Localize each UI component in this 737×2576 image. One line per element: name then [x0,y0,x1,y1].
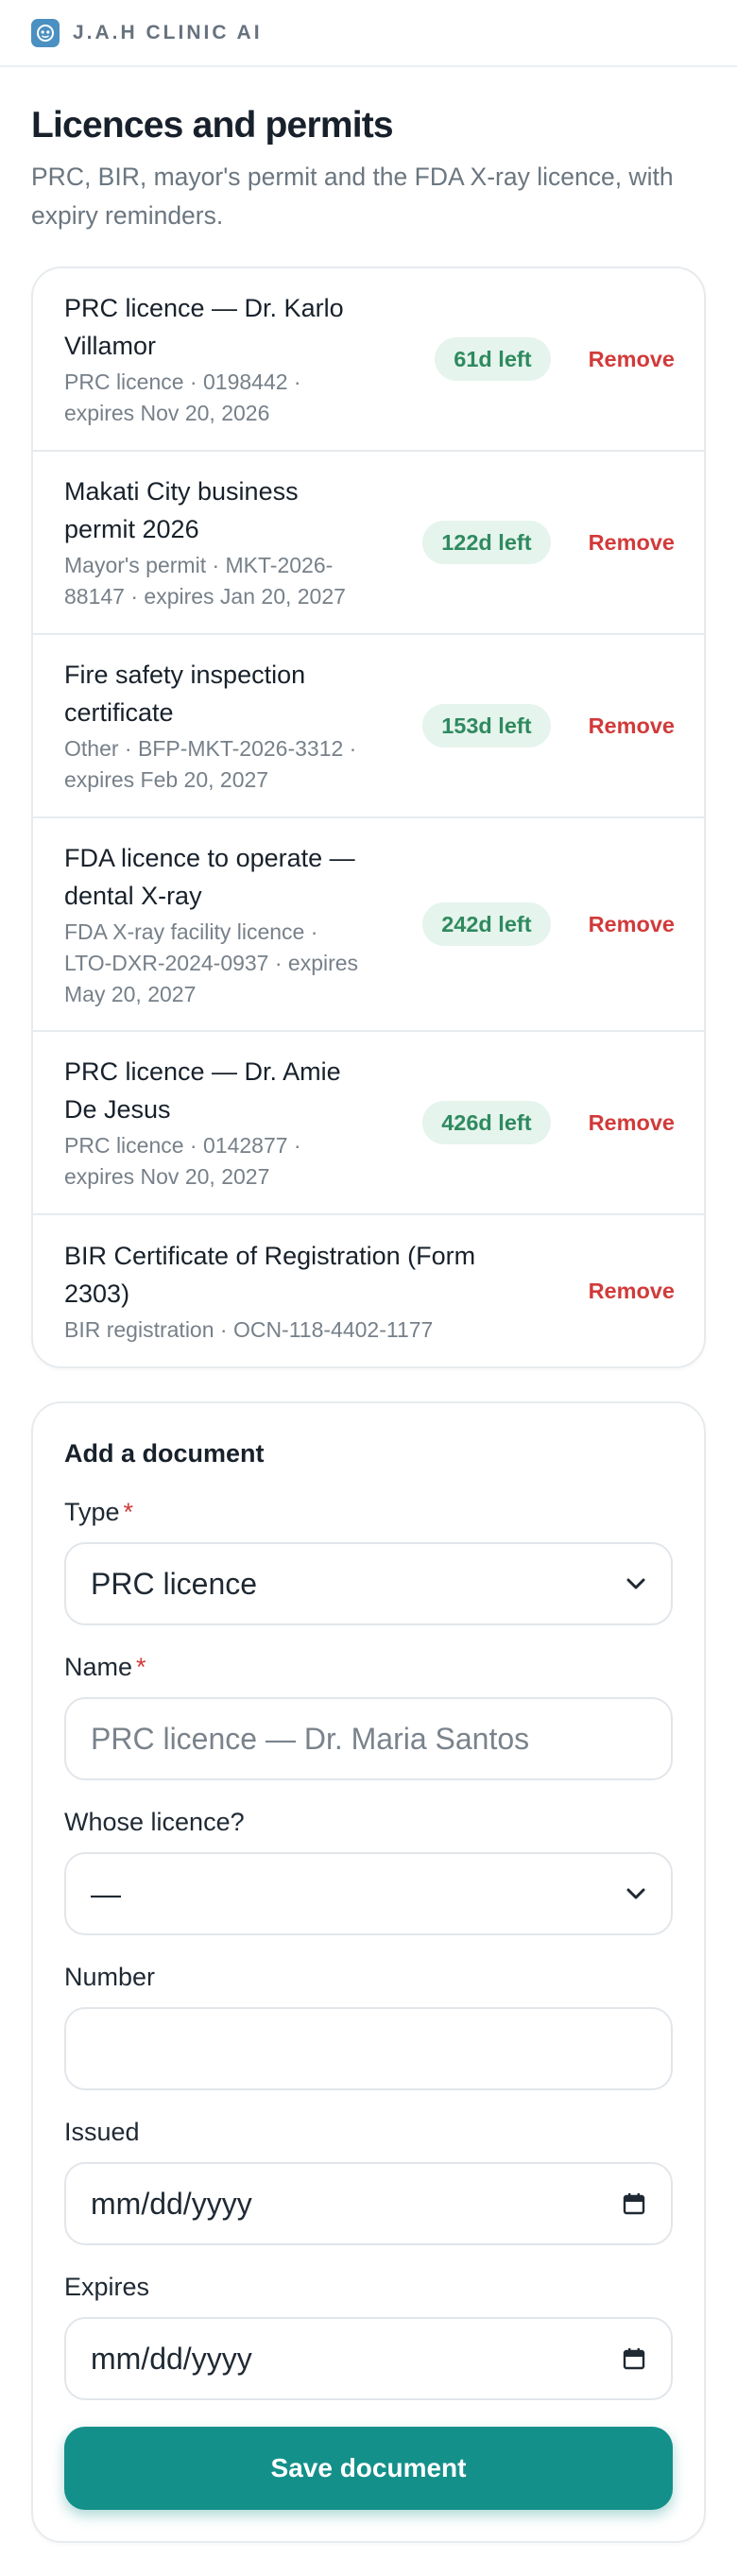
type-select[interactable]: PRC licence [64,1542,673,1625]
list-item: PRC licence — Dr. Karlo Villamor PRC lic… [33,268,704,452]
list-item: Makati City business permit 2026 Mayor's… [33,452,704,635]
chevron-down-icon [626,1888,645,1899]
list-item: PRC licence — Dr. Amie De Jesus PRC lice… [33,1032,704,1215]
remove-button[interactable]: Remove [589,530,675,556]
name-label: Name * [64,1650,673,1684]
document-info: Makati City business permit 2026 Mayor's… [64,446,409,639]
expires-label: Expires [64,2273,150,2301]
required-mark: * [136,1653,146,1681]
number-label: Number [64,1963,156,1991]
remove-button[interactable]: Remove [589,1279,675,1304]
expires-date-input[interactable]: mm/dd/yyyy [64,2317,673,2400]
calendar-icon[interactable] [622,2346,646,2371]
name-input-placeholder: PRC licence — Dr. Maria Santos [91,1721,530,1756]
remove-button[interactable]: Remove [589,713,675,739]
whose-licence-value: — [91,1876,121,1911]
document-info: PRC licence — Dr. Karlo Villamor PRC lic… [64,268,421,455]
page-header: Licences and permits PRC, BIR, mayor's p… [0,67,737,235]
top-bar: J.A.H CLINIC AI [0,0,737,67]
document-info: PRC licence — Dr. Amie De Jesus PRC lice… [64,1026,409,1219]
number-input[interactable] [64,2007,673,2090]
document-meta: PRC licence · 0198442 · expires Nov 20, … [64,369,301,425]
document-name: PRC licence — Dr. Amie De Jesus [64,1057,341,1124]
issued-label: Issued [64,2118,140,2146]
brand-name: J.A.H CLINIC AI [73,21,263,43]
list-item: BIR Certificate of Registration (Form 23… [33,1215,704,1366]
required-mark: * [123,1498,134,1526]
type-label: Type * [64,1495,673,1529]
form-title: Add a document [64,1439,265,1468]
document-name: PRC licence — Dr. Karlo Villamor [64,294,344,360]
expires-date-placeholder: mm/dd/yyyy [91,2341,252,2376]
list-item: FDA licence to operate — dental X-ray FD… [33,818,704,1032]
document-meta: PRC licence · 0142877 · expires Nov 20, … [64,1133,301,1189]
remove-button[interactable]: Remove [589,1110,675,1136]
document-name: Fire safety inspection certificate [64,661,306,727]
document-meta: Mayor's permit · MKT-2026-88147 · expire… [64,553,346,609]
document-meta: Other · BFP-MKT-2026-3312 · expires Feb … [64,736,357,792]
chevron-down-icon [626,1578,645,1589]
document-info: BIR Certificate of Registration (Form 23… [64,1211,551,1367]
document-list: PRC licence — Dr. Karlo Villamor PRC lic… [31,266,706,1368]
list-item: Fire safety inspection certificate Other… [33,635,704,818]
issued-date-placeholder: mm/dd/yyyy [91,2186,252,2221]
document-info: Fire safety inspection certificate Other… [64,629,409,822]
page-title: Licences and permits [31,105,394,146]
page-subtitle: PRC, BIR, mayor's permit and the FDA X-r… [31,163,674,230]
type-select-value: PRC licence [91,1566,258,1601]
whose-licence-label: Whose licence? [64,1808,245,1836]
document-name: FDA licence to operate — dental X-ray [64,843,355,910]
document-info: FDA licence to operate — dental X-ray FD… [64,813,409,1037]
days-left-badge: 61d left [435,337,551,381]
calendar-icon[interactable] [622,2191,646,2216]
days-left-badge: 242d left [422,902,551,946]
issued-date-input[interactable]: mm/dd/yyyy [64,2162,673,2245]
name-input[interactable]: PRC licence — Dr. Maria Santos [64,1697,673,1780]
document-name: Makati City business permit 2026 [64,477,299,543]
document-name: BIR Certificate of Registration (Form 23… [64,1241,476,1308]
days-left-badge: 153d left [422,704,551,747]
add-document-form: Add a document Type * PRC licence Name * P… [31,1401,706,2543]
save-document-button[interactable]: Save document [64,2427,673,2510]
name-label-text: Name [64,1653,133,1681]
document-meta: BIR registration · OCN-118-4402-1177 [64,1316,434,1342]
whose-licence-select[interactable]: — [64,1852,673,1935]
document-meta: FDA X-ray facility licence · LTO-DXR-202… [64,919,359,1006]
days-left-badge: 122d left [422,521,551,564]
type-label-text: Type [64,1498,120,1526]
days-left-badge: 426d left [422,1101,551,1144]
remove-button[interactable]: Remove [589,912,675,937]
clinic-logo-icon [31,18,60,47]
remove-button[interactable]: Remove [589,347,675,372]
